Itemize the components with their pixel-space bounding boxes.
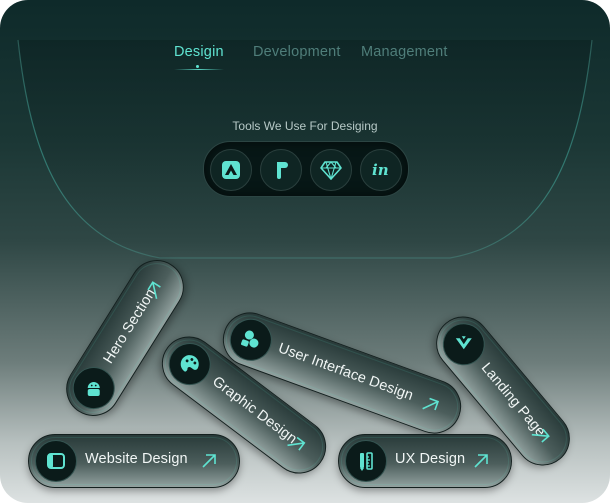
service-pill-website-design[interactable]: Website Design <box>28 434 240 488</box>
tools-title: Tools We Use For Desiging <box>232 119 378 133</box>
active-tab-underline <box>174 69 224 70</box>
tab-design[interactable]: Desigin <box>174 44 224 60</box>
browser-icon <box>35 440 77 482</box>
service-pill-ux-design[interactable]: UX Design <box>338 434 512 488</box>
svg-text:in: in <box>372 161 389 179</box>
tab-development[interactable]: Development <box>253 44 341 60</box>
tools-bar: in <box>203 141 409 197</box>
service-label: UX Design <box>395 451 466 467</box>
service-label: Website Design <box>85 451 188 467</box>
pencil-ruler-icon <box>345 440 387 482</box>
figma-icon[interactable] <box>260 149 302 191</box>
adobe-xd-icon[interactable] <box>210 149 252 191</box>
arrow-up-right-icon <box>202 454 216 468</box>
arrow-up-right-icon <box>474 454 488 468</box>
ui-shapes-icon <box>223 312 278 367</box>
sketch-icon[interactable] <box>310 149 352 191</box>
arrow-up-right-icon <box>422 397 440 411</box>
active-tab-indicator <box>196 65 199 68</box>
tab-management[interactable]: Management <box>361 44 448 60</box>
services-card: Desigin Development Management Tools We … <box>0 0 610 503</box>
invision-icon[interactable]: in <box>360 149 402 191</box>
